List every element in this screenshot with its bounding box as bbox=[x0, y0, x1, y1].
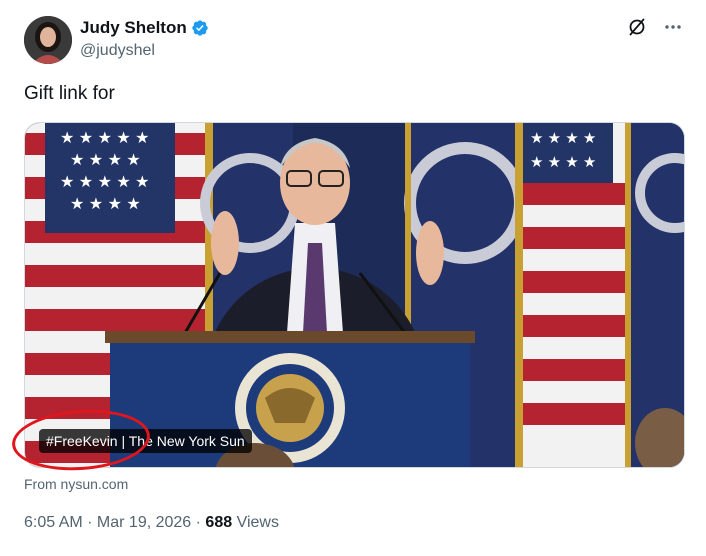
tweet-date[interactable]: Mar 19, 2026 bbox=[97, 514, 191, 531]
slashed-circle-icon[interactable] bbox=[626, 16, 648, 38]
views-label: Views bbox=[232, 514, 279, 531]
svg-text:★ ★ ★ ★: ★ ★ ★ ★ bbox=[530, 154, 596, 171]
card-image: ★ ★ ★ ★ ★ ★ ★ ★ ★ ★ ★ ★ ★ ★ ★ ★ ★ ★ ★ ★ … bbox=[25, 123, 684, 467]
card-title[interactable]: #FreeKevin | The New York Sun bbox=[39, 429, 252, 453]
tweet: Judy Shelton @judyshel Gift link for ★ ★… bbox=[0, 0, 706, 556]
author-name-row[interactable]: Judy Shelton bbox=[80, 18, 209, 38]
card-source[interactable]: From nysun.com bbox=[24, 476, 128, 492]
meta-separator: · bbox=[82, 514, 97, 531]
meta-separator: · bbox=[191, 514, 206, 531]
tweet-meta: 6:05 AM · Mar 19, 2026 · 688 Views bbox=[24, 514, 279, 532]
tweet-text: Gift link for bbox=[24, 83, 115, 104]
more-horizontal-icon[interactable] bbox=[662, 16, 684, 38]
svg-text:★ ★ ★ ★: ★ ★ ★ ★ bbox=[70, 196, 141, 213]
verified-badge-icon bbox=[191, 19, 209, 37]
avatar[interactable] bbox=[24, 16, 72, 64]
link-card[interactable]: ★ ★ ★ ★ ★ ★ ★ ★ ★ ★ ★ ★ ★ ★ ★ ★ ★ ★ ★ ★ … bbox=[24, 122, 685, 468]
svg-text:★ ★ ★ ★ ★: ★ ★ ★ ★ ★ bbox=[60, 174, 150, 191]
svg-text:★ ★ ★ ★: ★ ★ ★ ★ bbox=[530, 130, 596, 147]
tweet-top-actions bbox=[626, 16, 684, 38]
author-handle[interactable]: @judyshel bbox=[80, 42, 155, 60]
svg-text:★ ★ ★ ★ ★: ★ ★ ★ ★ ★ bbox=[60, 130, 150, 147]
tweet-time[interactable]: 6:05 AM bbox=[24, 514, 83, 531]
views-count: 688 bbox=[205, 514, 233, 531]
svg-text:★ ★ ★ ★: ★ ★ ★ ★ bbox=[70, 152, 141, 169]
author-display-name[interactable]: Judy Shelton bbox=[80, 18, 187, 38]
